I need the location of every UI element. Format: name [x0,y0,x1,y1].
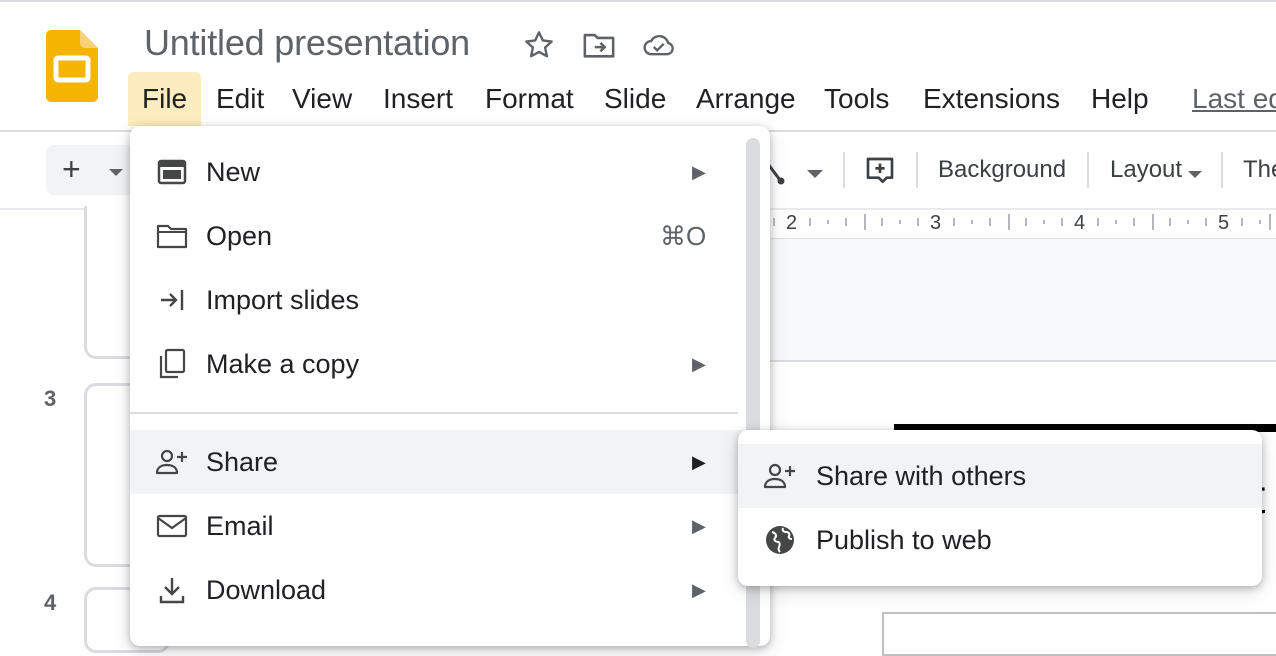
theme-button[interactable]: The [1243,150,1276,190]
file-menu-label: Email [206,511,274,541]
submenu-label: Publish to web [816,525,992,555]
file-menu-label: Share [206,447,279,477]
toolbar-separator [843,152,845,188]
submenu-arrow-icon: ▶ [692,162,706,182]
person-add-icon [154,444,190,480]
file-menu-label: Download [206,575,327,605]
menu-tools[interactable]: Tools [824,72,889,126]
import-icon [154,282,190,318]
menu-arrange[interactable]: Arrange [696,72,796,126]
shortcut-text: ⌘O [660,221,707,251]
layout-button[interactable]: Layout [1110,150,1182,190]
person-add-icon [762,458,798,494]
file-menu-share[interactable]: Share ▶ [130,430,742,494]
menubar: File Edit View Insert Format Slide Arran… [0,72,1276,126]
slide-number: 4 [44,590,57,615]
file-menu-open[interactable]: Open ⌘O [130,204,742,268]
menu-view[interactable]: View [292,72,352,126]
file-menu-label: New [206,157,261,187]
menu-divider [130,412,738,414]
toolbar-separator [1087,152,1089,188]
menu-insert[interactable]: Insert [383,72,453,126]
ruler-label: 4 [1074,212,1086,234]
toolbar-separator [916,152,918,188]
plus-icon: + [62,151,81,187]
publish-to-web-item[interactable]: Publish to web [738,508,1262,572]
submenu-arrow-icon: ▶ [692,354,706,374]
file-menu: New ▶ Open ⌘O Import slides Make a copy … [130,126,770,648]
background-button[interactable]: Background [938,150,1066,190]
ruler-label: 2 [786,212,798,234]
globe-icon [762,522,798,558]
folder-icon [154,218,190,254]
submenu-arrow-icon: ▶ [692,516,706,536]
file-menu-email[interactable]: Email ▶ [130,494,742,558]
share-with-others-item[interactable]: Share with others [738,444,1262,508]
document-title[interactable]: Untitled presentation [144,22,470,64]
file-menu-label: Import slides [206,285,360,315]
menu-extensions[interactable]: Extensions [923,72,1060,126]
file-menu-import-slides[interactable]: Import slides [130,268,742,332]
speaker-notes-frame[interactable] [882,612,1276,656]
menu-format[interactable]: Format [485,72,574,126]
cloud-saved-icon[interactable] [642,28,676,62]
menu-edit[interactable]: Edit [216,72,264,126]
mail-icon [154,508,190,544]
line-dropdown-arrow-icon[interactable] [806,166,824,184]
top-border [0,0,1276,2]
file-menu-make-a-copy[interactable]: Make a copy ▶ [130,332,742,396]
share-submenu: Share with others Publish to web [738,430,1262,586]
file-menu-label: Make a copy [206,349,360,379]
file-menu-label: Open [206,221,273,251]
new-presentation-icon [154,154,190,190]
add-comment-icon[interactable] [864,155,896,192]
last-edit-link[interactable]: Last ed [1192,72,1276,126]
menu-file[interactable]: File [128,72,202,126]
ruler-label: 5 [1218,212,1230,234]
move-to-folder-icon[interactable] [582,28,616,62]
slide-number: 3 [44,386,57,411]
star-icon[interactable] [522,28,556,62]
toolbar-separator [1221,152,1223,188]
menu-slide[interactable]: Slide [604,72,666,126]
submenu-label: Share with others [816,461,1027,491]
download-icon [154,572,190,608]
file-menu-new[interactable]: New ▶ [130,140,742,204]
submenu-arrow-icon: ▶ [692,452,706,472]
copy-icon [154,346,190,382]
file-menu-download[interactable]: Download ▶ [130,558,742,622]
menu-help[interactable]: Help [1091,72,1149,126]
submenu-arrow-icon: ▶ [692,580,706,600]
dropdown-arrow-icon[interactable] [108,165,124,183]
new-slide-button[interactable]: + [46,145,132,195]
horizontal-ruler [770,210,1276,239]
ruler-label: 3 [930,212,942,234]
layout-dropdown-arrow-icon[interactable] [1187,167,1203,185]
